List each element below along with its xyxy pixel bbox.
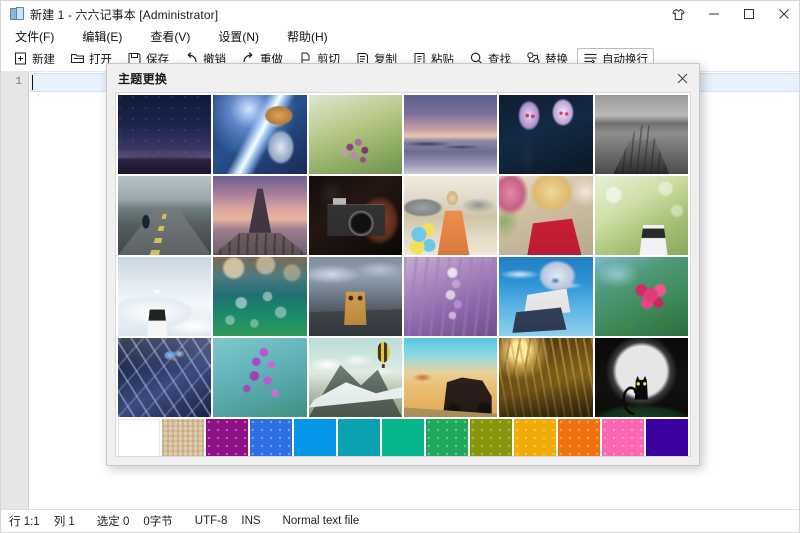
theme-thumb-garden-figure-bokeh[interactable]	[594, 176, 688, 255]
theme-thumb-motorcycle-road[interactable]	[118, 176, 212, 255]
maximize-icon	[743, 9, 754, 19]
minimize-icon	[708, 13, 719, 15]
dialog-body	[115, 92, 691, 457]
status-file-type[interactable]: Normal text file	[283, 515, 360, 527]
close-icon	[778, 9, 789, 19]
status-selected: 选定 0	[96, 516, 130, 528]
theme-thumb-purple-flowers-green[interactable]	[308, 95, 402, 174]
window-titlebar: 新建 1 - 六六记事本 [Administrator]	[1, 1, 799, 27]
swatch-amber[interactable]	[514, 419, 556, 456]
theme-thumb-snow-doll-winter[interactable]	[118, 257, 212, 336]
theme-color-swatch-row	[118, 419, 688, 456]
menubar: 文件(F) 编辑(E) 查看(V) 设置(N) 帮助(H)	[1, 27, 799, 46]
status-row-col: 行 1:1	[9, 516, 40, 528]
shirt-icon	[672, 8, 685, 20]
line-number: 1	[15, 76, 22, 88]
theme-thumb-mountain-hot-air-balloon[interactable]	[308, 338, 402, 417]
cat-tail-icon	[622, 386, 637, 416]
menu-item-help[interactable]: 帮助(H)	[281, 27, 338, 46]
theme-button[interactable]	[661, 1, 696, 27]
theme-thumb-black-cat-moon[interactable]	[594, 338, 688, 417]
swatch-olive[interactable]	[470, 419, 512, 456]
swatch-beige[interactable]	[162, 419, 204, 456]
status-encoding[interactable]: UTF-8	[195, 515, 228, 527]
swatch-white[interactable]	[118, 419, 160, 456]
theme-thumb-pink-flower-green[interactable]	[594, 257, 688, 336]
theme-thumb-butterfly-metal-blue[interactable]	[118, 338, 212, 417]
swatch-pink[interactable]	[602, 419, 644, 456]
close-icon	[677, 73, 687, 83]
theme-thumb-grayscale-pier[interactable]	[594, 95, 688, 174]
theme-thumb-lavender-teal-macro[interactable]	[213, 338, 307, 417]
dialog-close-button[interactable]	[665, 65, 699, 91]
swatch-azure[interactable]	[294, 419, 336, 456]
menu-item-settings[interactable]: 设置(N)	[212, 27, 269, 46]
status-column: 列 1	[53, 516, 75, 528]
menu-item-view[interactable]: 查看(V)	[144, 27, 200, 46]
close-button[interactable]	[766, 1, 799, 27]
swatch-indigo[interactable]	[646, 419, 688, 456]
theme-thumb-girl-balloons-desert[interactable]	[404, 176, 498, 255]
swatch-teal[interactable]	[338, 419, 380, 456]
window-title: 新建 1 - 六六记事本 [Administrator]	[30, 7, 219, 22]
dialog-title: 主题更换	[118, 71, 168, 86]
window-controls	[661, 1, 799, 27]
status-insert-mode[interactable]: INS	[241, 515, 260, 527]
theme-thumb-dusk-seashore[interactable]	[404, 95, 498, 174]
swatch-emerald[interactable]	[382, 419, 424, 456]
folder-open-icon	[70, 51, 85, 66]
swatch-orange[interactable]	[558, 419, 600, 456]
maximize-button[interactable]	[731, 1, 766, 27]
theme-thumb-starry-night-beach[interactable]	[118, 95, 212, 174]
toolbar-button-new[interactable]: 新建	[7, 48, 61, 70]
theme-thumb-eiffel-tower-sunset[interactable]	[213, 176, 307, 255]
status-bytes: 0字节	[143, 516, 173, 528]
statusbar: 行 1:1 列 1 选定 0 0字节 UTF-8 INS Normal text…	[1, 509, 799, 532]
theme-thumb-vintage-camera[interactable]	[308, 176, 402, 255]
theme-thumb-golden-wheat-sunrise[interactable]	[499, 338, 593, 417]
theme-thumb-danbo-box-robot[interactable]	[308, 257, 402, 336]
toolbar-label: 新建	[32, 53, 55, 66]
theme-thumb-blonde-red-dress[interactable]	[499, 176, 593, 255]
titlebar-left: 新建 1 - 六六记事本 [Administrator]	[1, 6, 218, 23]
theme-change-dialog: 主题更换	[106, 63, 700, 466]
minimize-button[interactable]	[696, 1, 731, 27]
new-file-icon	[13, 51, 28, 66]
theme-thumbnail-grid	[118, 95, 688, 417]
notepad-pages-icon	[10, 7, 24, 21]
swatch-royal-blue[interactable]	[250, 419, 292, 456]
theme-thumb-anime-dark-twins[interactable]	[499, 95, 593, 174]
theme-thumb-wisteria-purple[interactable]	[404, 257, 498, 336]
dialog-titlebar: 主题更换	[107, 64, 699, 92]
theme-thumb-anime-girl-sky[interactable]	[499, 257, 593, 336]
notepad-window: 新建 1 - 六六记事本 [Administrator] 文件(F) 编辑(E)…	[0, 0, 800, 533]
theme-thumb-blue-bokeh-bubbles[interactable]	[213, 257, 307, 336]
line-number-gutter: 1	[1, 72, 29, 511]
theme-thumb-anime-saber-blue[interactable]	[213, 95, 307, 174]
text-caret	[32, 75, 33, 90]
menu-item-edit[interactable]: 编辑(E)	[76, 27, 132, 46]
swatch-green[interactable]	[426, 419, 468, 456]
swatch-magenta[interactable]	[206, 419, 248, 456]
menu-item-file[interactable]: 文件(F)	[9, 27, 64, 46]
theme-thumb-desert-vintage-car[interactable]	[404, 338, 498, 417]
